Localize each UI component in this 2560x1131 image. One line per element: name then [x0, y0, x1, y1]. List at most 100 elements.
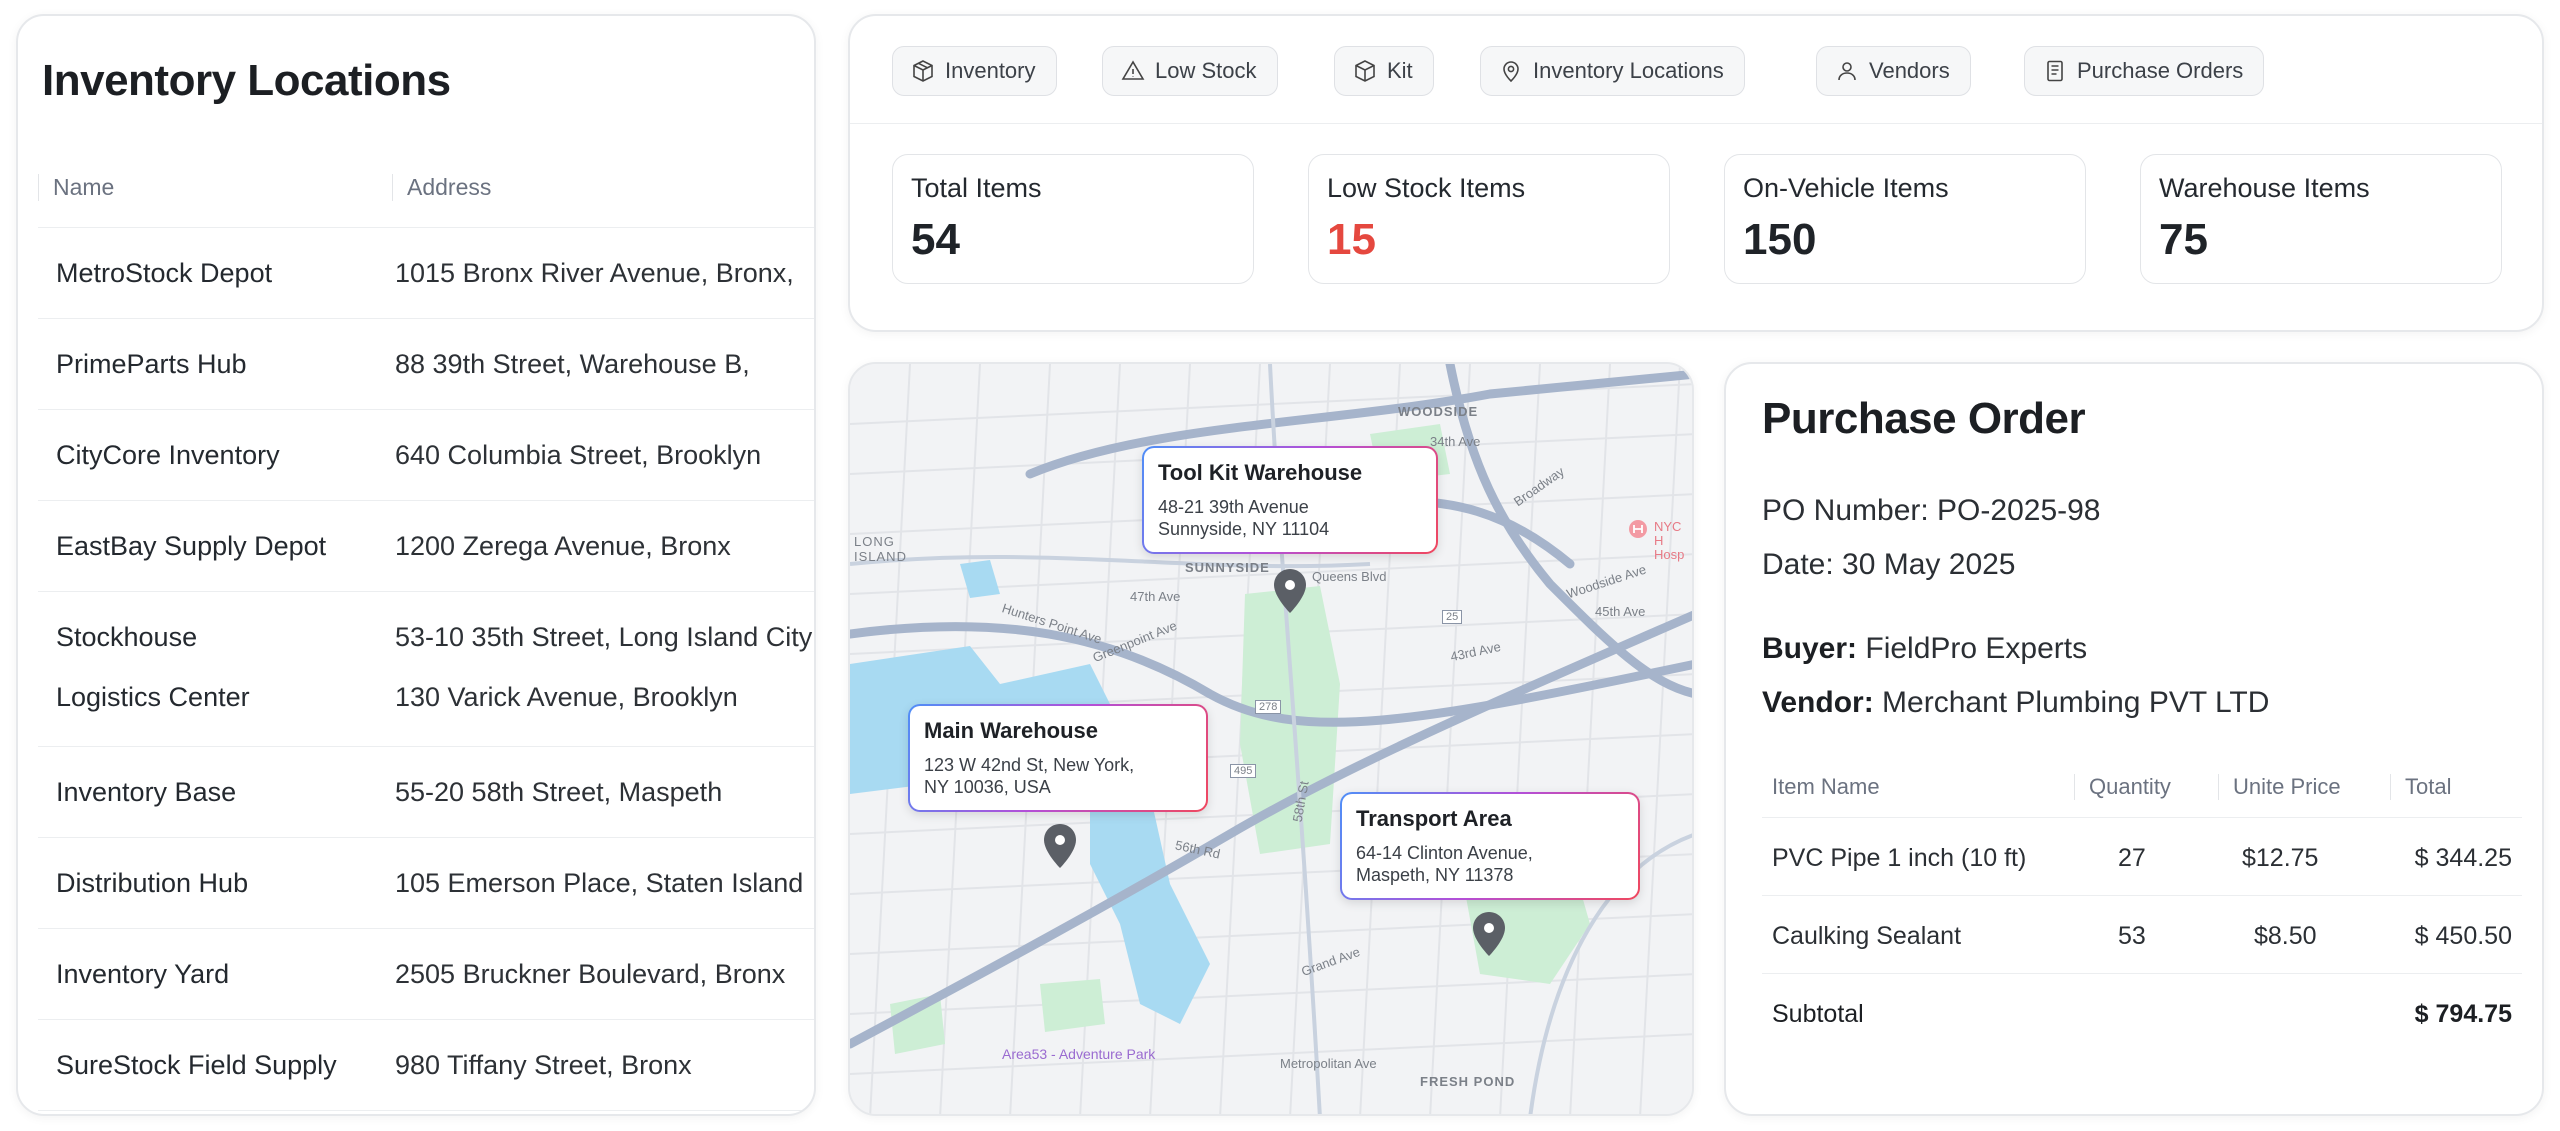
location-address: 88 39th Street, Warehouse B, [395, 349, 750, 379]
map-pin-icon [1503, 61, 1519, 83]
popup-title: Main Warehouse [924, 718, 1098, 743]
vendor-label: Vendor: [1762, 686, 1874, 719]
tab-label: Low Stock [1155, 58, 1257, 83]
stat-label: Low Stock Items [1327, 173, 1526, 203]
location-name: Logistics Center [56, 682, 250, 712]
stat-value: 150 [1743, 215, 1817, 264]
item-unit-price: $8.50 [2254, 922, 2317, 950]
buyer-label: Buyer: [1762, 632, 1858, 665]
item-quantity: 27 [2118, 844, 2146, 872]
tab-vendors[interactable]: Vendors [1816, 46, 1971, 96]
location-name: CityCore Inventory [56, 440, 280, 470]
highway-shield-25: 25 [1442, 610, 1463, 624]
table-row[interactable]: PrimeParts Hub 88 39th Street, Warehouse … [38, 319, 814, 410]
map-label-area53: Area53 - Adventure Park [1002, 1046, 1156, 1062]
popup-address: 64-14 Clinton Avenue, Maspeth, NY 11378 [1356, 843, 1533, 885]
warning-triangle-icon [1121, 60, 1145, 80]
po-vendor: Vendor: Merchant Plumbing PVT LTD [1762, 686, 2269, 720]
item-name: Caulking Sealant [1772, 922, 1962, 950]
po-buyer: Buyer: FieldPro Experts [1762, 632, 2087, 666]
map-label-queens-blvd: Queens Blvd [1312, 569, 1387, 584]
map-label-metropolitan: Metropolitan Ave [1280, 1056, 1377, 1071]
location-name: MetroStock Depot [56, 258, 273, 288]
item-name: PVC Pipe 1 inch (10 ft) [1772, 844, 2027, 872]
location-address: 130 Varick Avenue, Brooklyn [395, 682, 738, 712]
table-row[interactable]: MetroStock Depot 1015 Bronx River Avenue,… [38, 228, 814, 319]
tab-inventory[interactable]: Inventory [892, 46, 1057, 96]
highway-shield-495: 495 [1230, 764, 1257, 778]
map-label-45th-ave: 45th Ave [1595, 604, 1646, 619]
document-icon [2047, 60, 2063, 82]
cube-icon [1355, 60, 1375, 82]
location-name: Inventory Base [56, 777, 237, 807]
stat-on-vehicle-items: On-Vehicle Items 150 [1724, 154, 2086, 284]
map-popup-tool-kit-warehouse[interactable]: Tool Kit Warehouse 48-21 39th Avenue Sun… [1142, 446, 1438, 554]
tab-purchase-orders[interactable]: Purchase Orders [2024, 46, 2265, 96]
location-name: SureStock Field Supply [56, 1050, 337, 1080]
location-address: 1015 Bronx River Avenue, Bronx, [395, 258, 794, 288]
column-header-item-name[interactable]: Item Name [1772, 774, 1880, 800]
table-row[interactable]: EastBay Supply Depot 1200 Zerega Avenue, … [38, 501, 814, 592]
map-popup-transport-area[interactable]: Transport Area 64-14 Clinton Avenue, Mas… [1340, 792, 1640, 900]
column-header-quantity[interactable]: Quantity [2074, 774, 2171, 800]
tab-label: Purchase Orders [2077, 58, 2244, 83]
subtotal-value: $ 794.75 [2414, 1000, 2512, 1028]
po-date: Date: 30 May 2025 [1762, 548, 2016, 581]
map-label-47th-ave: 47th Ave [1130, 589, 1181, 604]
tab-inventory-locations[interactable]: Inventory Locations [1480, 46, 1745, 96]
table-row[interactable]: SureStock Field Supply 980 Tiffany Street… [38, 1020, 814, 1111]
stat-total-items: Total Items 54 [892, 154, 1254, 284]
subtotal-label: Subtotal [1772, 1000, 1864, 1028]
location-name: EastBay Supply Depot [56, 531, 327, 561]
map-label-34th-ave: 34th Ave [1430, 434, 1481, 449]
stat-low-stock-items: Low Stock Items 15 [1308, 154, 1670, 284]
item-quantity: 53 [2118, 922, 2146, 950]
po-table-header: Item Name Quantity Unite Price Total [1762, 754, 2522, 818]
tab-label: Kit [1387, 58, 1413, 83]
map-popup-main-warehouse[interactable]: Main Warehouse 123 W 42nd St, New York, … [908, 704, 1208, 812]
purchase-order-title: Purchase Order [1762, 394, 2086, 443]
table-row[interactable]: Stockhouse 53-10 35th Street, Long Island… [38, 592, 814, 656]
page-title: Inventory Locations [42, 56, 451, 105]
table-row[interactable]: PVC Pipe 1 inch (10 ft) 27 $12.75 $ 344.… [1762, 818, 2522, 896]
stat-label: Warehouse Items [2159, 173, 2370, 203]
column-header-unit-price[interactable]: Unite Price [2218, 774, 2341, 800]
tab-low-stock[interactable]: Low Stock [1102, 46, 1278, 96]
vendor-value: Merchant Plumbing PVT LTD [1882, 686, 2270, 719]
stat-value: 54 [911, 215, 960, 264]
hospital-icon [1629, 520, 1647, 538]
stat-label: Total Items [911, 173, 1042, 203]
location-address: 55-20 58th Street, Maspeth [395, 777, 723, 807]
buyer-value: FieldPro Experts [1865, 632, 2088, 665]
item-unit-price: $12.75 [2242, 844, 2319, 872]
location-address: 53-10 35th Street, Long Island City [395, 622, 813, 652]
popup-address: 123 W 42nd St, New York, NY 10036, USA [924, 755, 1135, 797]
po-items-table: Item Name Quantity Unite Price Total PVC… [1762, 754, 2522, 1052]
tab-kit[interactable]: Kit [1334, 46, 1434, 96]
table-row[interactable]: Caulking Sealant 53 $8.50 $ 450.50 [1762, 896, 2522, 974]
dashboard-header-card: Inventory Low Stock Kit Inventory Locati… [848, 14, 2544, 332]
location-name: Distribution Hub [56, 868, 249, 898]
map-label-long-island: LONG ISLAND [854, 534, 907, 564]
popup-title: Transport Area [1356, 806, 1512, 831]
item-total: $ 344.25 [2414, 844, 2512, 872]
stat-value: 75 [2159, 215, 2208, 264]
location-address: 2505 Bruckner Boulevard, Bronx [395, 959, 786, 989]
nav-tabs: Inventory Low Stock Kit Inventory Locati… [850, 16, 2542, 124]
stat-value: 15 [1327, 215, 1376, 264]
purchase-order-card: Purchase Order PO Number: PO-2025-98 Dat… [1724, 362, 2544, 1116]
column-header-address[interactable]: Address [392, 174, 491, 201]
locations-map[interactable]: WOODSIDE SUNNYSIDE FRESH POND LONG ISLAN… [848, 362, 1694, 1116]
table-row[interactable]: CityCore Inventory 640 Columbia Street, B… [38, 410, 814, 501]
table-row[interactable]: Distribution Hub 105 Emerson Place, State… [38, 838, 814, 929]
tab-label: Vendors [1869, 58, 1950, 83]
locations-table-header: Name Address [38, 150, 814, 228]
tab-label: Inventory Locations [1533, 58, 1724, 83]
table-row[interactable]: Inventory Yard 2505 Bruckner Boulevard, B… [38, 929, 814, 1020]
column-header-total[interactable]: Total [2390, 774, 2451, 800]
map-label-sunnyside: SUNNYSIDE [1185, 560, 1270, 575]
column-header-name[interactable]: Name [38, 174, 114, 201]
table-row[interactable]: Inventory Base 55-20 58th Street, Maspeth [38, 747, 814, 838]
location-address: 105 Emerson Place, Staten Island [395, 868, 804, 898]
table-row[interactable]: Logistics Center 130 Varick Avenue, Brook… [38, 656, 814, 747]
